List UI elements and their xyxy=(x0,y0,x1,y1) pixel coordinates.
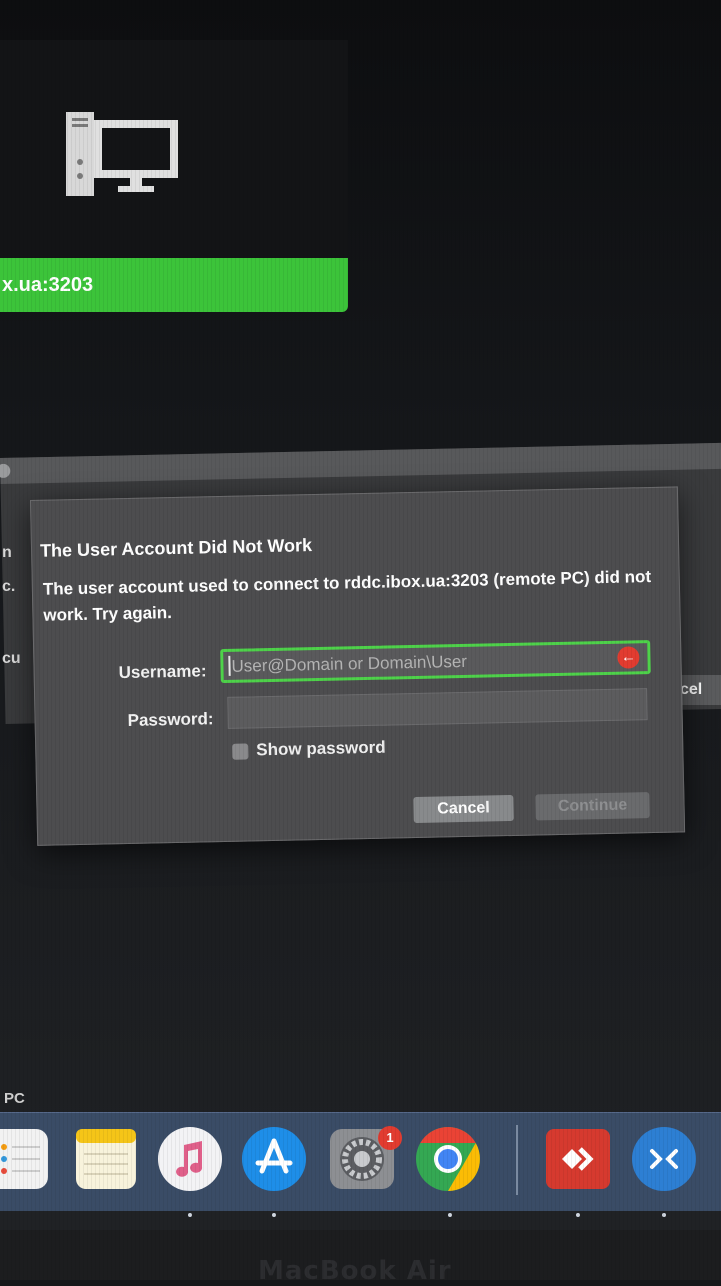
pc-section-label: PC xyxy=(4,1090,25,1107)
dock-item-anydesk[interactable] xyxy=(544,1125,612,1217)
dock xyxy=(0,1112,721,1217)
desktop-computer-icon xyxy=(66,112,178,196)
app-store-icon xyxy=(242,1127,306,1191)
dock-item-notes[interactable] xyxy=(72,1125,140,1193)
background-text-fragment: n xyxy=(2,544,12,561)
running-indicator xyxy=(662,1213,666,1217)
error-icon: ← xyxy=(617,646,640,669)
running-indicator xyxy=(272,1213,276,1217)
running-indicator xyxy=(188,1213,192,1217)
password-field-wrapper xyxy=(227,688,651,730)
username-label: Username: xyxy=(118,661,207,683)
background-text-fragment: c. xyxy=(2,578,16,595)
reminders-icon xyxy=(0,1129,48,1189)
desktop-screen: x.ua:3203 n c. cu cel The User Account D… xyxy=(0,0,721,1230)
credentials-dialog: The User Account Did Not Work The user a… xyxy=(30,486,686,846)
cancel-button[interactable]: Cancel xyxy=(413,794,514,824)
chrome-icon xyxy=(416,1127,480,1191)
remote-desktop-icon xyxy=(632,1127,696,1191)
dock-item-reminders[interactable] xyxy=(0,1125,52,1193)
show-password-checkbox[interactable] xyxy=(232,743,249,760)
notification-badge: 1 xyxy=(378,1126,402,1150)
notes-icon xyxy=(76,1129,136,1189)
username-input[interactable] xyxy=(229,643,614,682)
show-password-label[interactable]: Show password xyxy=(256,738,386,761)
remote-pc-tile[interactable]: x.ua:3203 xyxy=(0,40,348,312)
dock-item-app-store[interactable] xyxy=(240,1125,308,1217)
dialog-title: The User Account Did Not Work xyxy=(39,535,313,561)
dock-item-music[interactable] xyxy=(156,1125,224,1217)
password-input[interactable] xyxy=(228,689,651,730)
background-window-titlebar xyxy=(0,442,721,484)
dock-item-chrome[interactable] xyxy=(414,1125,482,1217)
password-label: Password: xyxy=(127,709,214,731)
background-text-fragment: cu xyxy=(2,650,21,667)
continue-button[interactable]: Continue xyxy=(535,792,650,821)
dialog-message: The user account used to connect to rddc… xyxy=(42,567,652,625)
running-indicator xyxy=(448,1213,452,1217)
dock-item-remote-desktop[interactable] xyxy=(630,1125,698,1217)
music-icon xyxy=(158,1127,222,1191)
anydesk-icon xyxy=(546,1129,610,1189)
remote-pc-host-label: x.ua:3203 xyxy=(0,258,348,312)
username-field-wrapper: ← xyxy=(220,640,651,684)
running-indicator xyxy=(576,1213,580,1217)
dock-separator xyxy=(516,1125,518,1195)
laptop-brand-label: MacBook Air xyxy=(258,1256,452,1286)
